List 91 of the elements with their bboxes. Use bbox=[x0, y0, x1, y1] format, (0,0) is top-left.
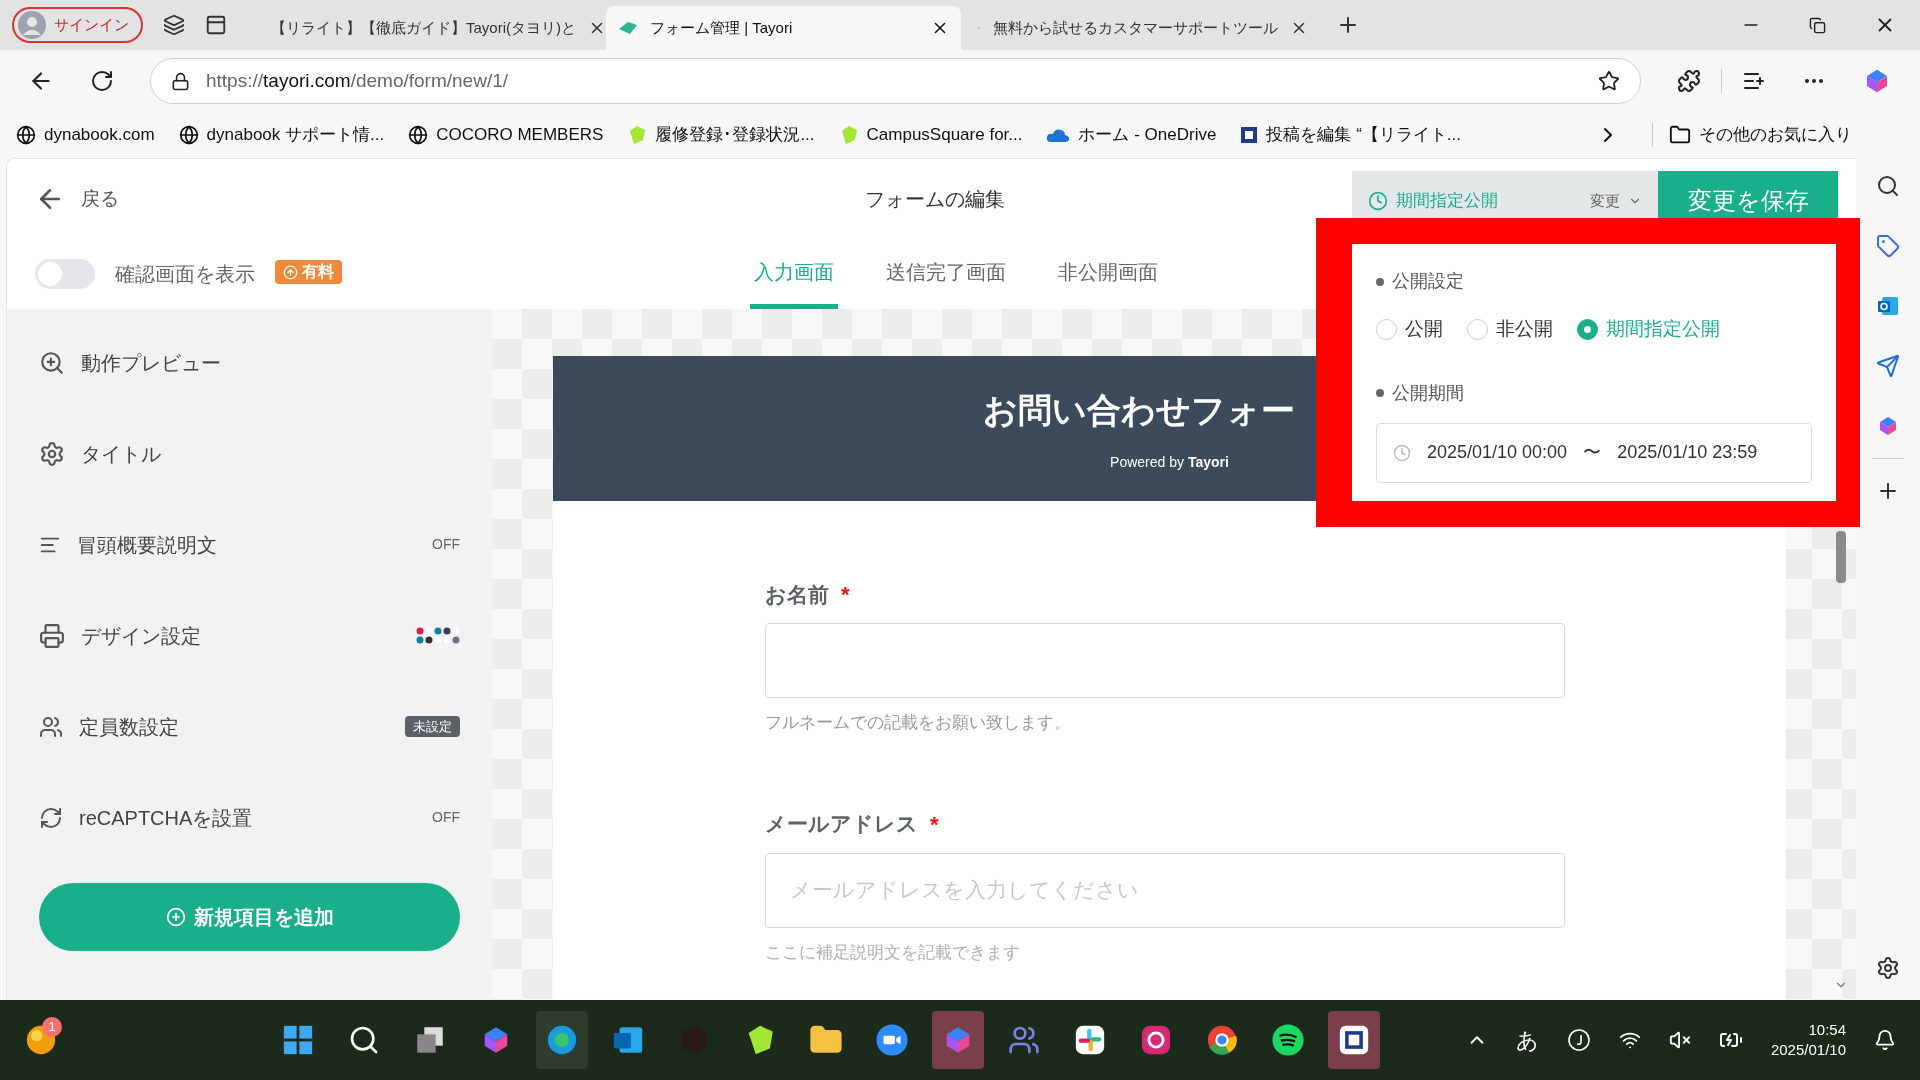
field-label: お名前 bbox=[765, 581, 829, 608]
text-field[interactable] bbox=[765, 623, 1565, 698]
windows-logo-icon[interactable] bbox=[281, 1023, 315, 1057]
globe-icon bbox=[16, 125, 36, 145]
powered-by-text: Powered by Tayori bbox=[1110, 452, 1229, 472]
globe-icon bbox=[178, 125, 199, 145]
page-title: フォームの編集 bbox=[865, 187, 1005, 212]
tag-icon[interactable] bbox=[1876, 234, 1900, 258]
gear-icon bbox=[39, 440, 65, 467]
paid-badge: 有料 bbox=[275, 260, 342, 284]
sidebar-item[interactable]: デザイン設定 bbox=[39, 590, 460, 681]
sidebar-item[interactable]: reCAPTCHAを設置 OFF bbox=[39, 772, 460, 863]
screen-tab[interactable]: 送信完了画面 bbox=[882, 239, 1010, 309]
browser-icon[interactable] bbox=[1205, 1023, 1239, 1057]
scrollbar-thumb[interactable] bbox=[1836, 531, 1846, 583]
bookmark-link[interactable]: 履修登録･登録状況... bbox=[627, 122, 815, 148]
section-heading: 公開期間 bbox=[1392, 381, 1464, 405]
required-mark: * bbox=[841, 581, 850, 609]
refresh-icon bbox=[39, 805, 63, 830]
circle-letter-icon[interactable] bbox=[1566, 1028, 1591, 1052]
other-favorites-link[interactable]: その他のお気に入り bbox=[1669, 122, 1852, 148]
mail-app-icon[interactable] bbox=[1876, 294, 1900, 318]
clock-icon bbox=[1368, 191, 1388, 211]
favorite-star-icon[interactable] bbox=[1598, 70, 1620, 92]
square-logo-icon bbox=[1240, 126, 1259, 144]
plus-circle-icon bbox=[165, 907, 186, 927]
browser-tab[interactable]: 無料から試せるカスタマーサポートツール bbox=[965, 6, 1320, 50]
bullet-icon bbox=[1376, 389, 1384, 397]
radio-option[interactable]: 公開 bbox=[1376, 315, 1443, 344]
people-icon bbox=[39, 714, 63, 739]
search-icon[interactable] bbox=[1876, 174, 1900, 198]
zoom-in-icon bbox=[39, 349, 65, 376]
send-icon[interactable] bbox=[1876, 354, 1900, 378]
video-app-icon[interactable] bbox=[875, 1023, 909, 1057]
folder-icon bbox=[1669, 124, 1691, 146]
avatar-icon bbox=[18, 11, 46, 39]
ime-indicator[interactable]: あ bbox=[1515, 1023, 1539, 1057]
mute-icon[interactable] bbox=[1668, 1029, 1691, 1051]
tab-collection-icon[interactable] bbox=[163, 14, 185, 36]
radio-option[interactable]: 非公開 bbox=[1467, 315, 1553, 344]
printer-icon bbox=[39, 622, 65, 649]
back-link[interactable]: 戻る bbox=[35, 184, 119, 214]
pinwheel-icon[interactable] bbox=[1073, 1023, 1107, 1057]
upgrade-icon bbox=[283, 264, 298, 280]
bookmark-link[interactable]: CampusSquare for... bbox=[838, 122, 1023, 148]
field-help-text: ここに補足説明文を記載できます bbox=[765, 941, 1021, 964]
notification-badge: 1 bbox=[42, 1017, 62, 1037]
music-app-icon[interactable] bbox=[1271, 1023, 1305, 1057]
toggle-switch[interactable] bbox=[35, 259, 95, 289]
cloud-icon bbox=[1046, 127, 1071, 143]
address-field[interactable]: https://tayori.com/demo/form/new/1/ bbox=[150, 58, 1641, 104]
settings-icon[interactable] bbox=[1876, 956, 1900, 980]
extensions-icon[interactable] bbox=[1677, 69, 1701, 93]
clock-display[interactable]: 10:54 2025/01/10 bbox=[1770, 1020, 1846, 1060]
tab-panel-icon[interactable] bbox=[205, 14, 227, 36]
reload-icon[interactable] bbox=[90, 69, 114, 93]
browser-tab[interactable]: フォーム管理 | Tayori bbox=[606, 6, 961, 50]
sidebar-item[interactable]: タイトル bbox=[39, 408, 460, 499]
sidebar-item[interactable]: 冒頭概要説明文 OFF bbox=[39, 499, 460, 590]
bookmark-link[interactable]: ホーム - OneDrive bbox=[1046, 122, 1217, 148]
status-tag: 未設定 bbox=[405, 715, 460, 738]
form-title: お問い合わせフォー bbox=[983, 389, 1295, 431]
screen-tab[interactable]: 非公開画面 bbox=[1054, 239, 1162, 309]
square-app-icon[interactable] bbox=[1337, 1023, 1371, 1057]
status-text: OFF bbox=[432, 535, 460, 554]
profile-button[interactable]: サインイン bbox=[12, 7, 143, 43]
camera-icon[interactable] bbox=[1139, 1023, 1173, 1057]
globe-icon bbox=[408, 125, 429, 145]
notifications-icon[interactable] bbox=[1874, 1029, 1896, 1051]
section-heading: 公開設定 bbox=[1392, 270, 1464, 293]
bookmark-link[interactable]: dynabook サポート情... bbox=[178, 122, 385, 148]
sidebar-item[interactable]: 動作プレビュー bbox=[39, 317, 460, 408]
bookmark-link[interactable]: 投稿を編集 “【リライト... bbox=[1240, 122, 1461, 148]
people-icon[interactable] bbox=[1008, 1024, 1040, 1056]
date-range-field[interactable]: 2025/01/10 00:00 〜 2025/01/10 23:59 bbox=[1376, 422, 1812, 483]
field-help-text: フルネームでの記載をお願い致します。 bbox=[765, 712, 1072, 734]
sidebar-item[interactable]: 定員数設定 未設定 bbox=[39, 681, 460, 772]
required-mark: * bbox=[930, 810, 939, 839]
clock-icon bbox=[1393, 443, 1411, 462]
search-icon[interactable] bbox=[348, 1024, 380, 1056]
restore-icon[interactable] bbox=[1809, 16, 1826, 34]
status-text: OFF bbox=[432, 808, 460, 827]
lock-icon bbox=[171, 71, 190, 91]
toggle-label: 確認画面を表示 bbox=[115, 262, 255, 287]
bookmark-link[interactable]: dynabook.com bbox=[16, 122, 155, 148]
bookmark-link[interactable]: COCORO MEMBERS bbox=[408, 122, 604, 148]
field-label: メールアドレス bbox=[765, 811, 918, 838]
color-palette-drawing bbox=[416, 626, 460, 645]
gem-icon bbox=[627, 125, 648, 145]
bullet-icon bbox=[1376, 277, 1384, 286]
browser-tab[interactable]: 【リライト】【徹底ガイド】Tayori(タヨリ)と bbox=[247, 6, 602, 50]
